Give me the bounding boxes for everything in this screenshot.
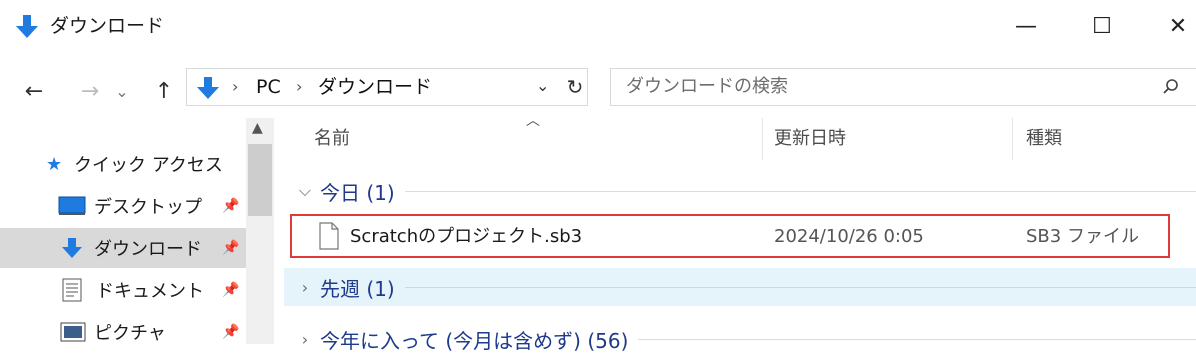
sidebar-item-desktop[interactable]: デスクトップ 📌 (0, 186, 246, 226)
desktop-icon (58, 196, 88, 216)
back-button[interactable]: ← (20, 78, 48, 104)
group-label: 今年に入って (今月は含めず) (56) (320, 328, 629, 353)
address-dropdown-button[interactable]: ⌄ (536, 76, 549, 95)
group-header-this-year[interactable]: › 今年に入って (今月は含めず) (56) (284, 320, 1196, 358)
pin-icon[interactable]: 📌 (222, 198, 239, 214)
refresh-button[interactable]: ↻ (564, 70, 586, 104)
search-input[interactable]: ダウンロードの検索 (626, 74, 788, 100)
group-header-today[interactable]: ⌵ 今日 (1) (284, 172, 1196, 210)
recent-locations-button[interactable]: ⌄ (112, 78, 132, 104)
sidebar-item-label: クイック アクセス (74, 155, 223, 176)
file-icon (319, 222, 339, 250)
maximize-button[interactable]: ☐ (1062, 0, 1142, 52)
star-icon: ★ (46, 153, 63, 175)
column-divider[interactable] (762, 118, 763, 160)
column-header-modified[interactable]: 更新日時 (774, 118, 846, 160)
group-label: 今日 (1) (320, 180, 395, 205)
group-label: 先週 (1) (320, 276, 395, 301)
file-modified: 2024/10/26 0:05 (774, 226, 924, 247)
sidebar-item-pictures[interactable]: ピクチャ 📌 (0, 312, 246, 352)
sort-ascending-icon: ︿ (526, 113, 540, 129)
column-header-type[interactable]: 種類 (1026, 118, 1062, 160)
pin-icon[interactable]: 📌 (222, 282, 239, 298)
group-header-last-week[interactable]: › 先週 (1) (284, 268, 1196, 306)
picture-icon (60, 322, 88, 342)
sidebar-item-label: デスクトップ (94, 197, 202, 218)
sidebar-scrollbar-thumb[interactable] (248, 144, 272, 216)
sidebar-item-quick-access[interactable]: ★ クイック アクセス (0, 144, 246, 184)
sidebar-item-downloads[interactable]: ダウンロード 📌 (0, 228, 246, 268)
chevron-right-icon: › (301, 329, 309, 349)
breadcrumb-pc[interactable]: PC (256, 74, 281, 100)
group-divider (638, 338, 1196, 340)
chevron-right-icon: › (301, 277, 309, 297)
up-button[interactable]: ↑ (150, 78, 178, 104)
group-divider (404, 286, 1196, 288)
sidebar-item-label: ピクチャ (94, 323, 166, 344)
pin-icon[interactable]: 📌 (222, 240, 239, 256)
document-icon (62, 278, 88, 302)
file-type: SB3 ファイル (1026, 226, 1139, 247)
breadcrumb-separator[interactable]: › (296, 74, 302, 100)
group-divider (404, 190, 1196, 192)
forward-button[interactable]: → (76, 78, 104, 104)
sidebar-item-documents[interactable]: ドキュメント 📌 (0, 270, 246, 310)
download-icon (60, 236, 88, 260)
download-folder-icon (197, 77, 219, 99)
download-folder-icon (16, 15, 38, 38)
pin-icon[interactable]: 📌 (222, 324, 239, 340)
column-header-name[interactable]: 名前 (314, 118, 350, 160)
sidebar-item-label: ドキュメント (96, 281, 204, 302)
minimize-button[interactable]: — (986, 0, 1066, 52)
search-icon[interactable] (1162, 78, 1180, 96)
chevron-down-icon: ⌵ (298, 181, 312, 200)
breadcrumb-downloads[interactable]: ダウンロード (318, 74, 432, 100)
close-button[interactable]: ✕ (1138, 0, 1196, 52)
sidebar-item-label: ダウンロード (94, 239, 202, 260)
column-divider[interactable] (1012, 118, 1013, 160)
window-title: ダウンロード (50, 15, 165, 37)
file-name[interactable]: Scratchのプロジェクト.sb3 (350, 222, 582, 252)
breadcrumb-separator[interactable]: › (232, 74, 238, 100)
scroll-up-icon[interactable]: ▲ (252, 120, 263, 136)
